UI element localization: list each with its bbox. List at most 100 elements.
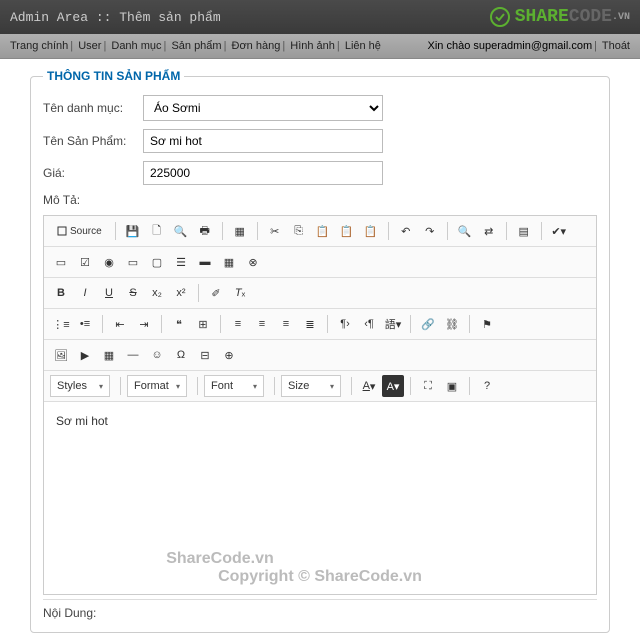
nav-contact[interactable]: Liên hệ — [345, 40, 381, 52]
image-button-icon[interactable]: ▦ — [218, 251, 240, 273]
align-left-icon[interactable]: ≡ — [227, 313, 249, 335]
styles-dropdown[interactable]: Styles▾ — [50, 375, 110, 397]
greeting: Xin chào superadmin@gmail.com — [428, 40, 593, 52]
size-dropdown[interactable]: Size▾ — [281, 375, 341, 397]
page-title: Admin Area :: Thêm sản phẩm — [10, 10, 221, 25]
cut-icon[interactable]: ✂ — [264, 220, 286, 242]
showblocks-icon[interactable]: ▣ — [441, 375, 463, 397]
paste-icon[interactable]: 📋 — [312, 220, 334, 242]
clearformat-icon[interactable]: Tₓ — [229, 282, 251, 304]
subscript-icon[interactable]: x₂ — [146, 282, 168, 304]
find-icon[interactable]: 🔍 — [454, 220, 476, 242]
name-input[interactable] — [143, 129, 383, 153]
nav-user[interactable]: User — [78, 40, 101, 52]
hidden-icon[interactable]: ⊗ — [242, 251, 264, 273]
iframe-icon[interactable]: ⊕ — [218, 344, 240, 366]
logout-link[interactable]: Thoát — [602, 40, 630, 52]
removeformat-icon[interactable]: ✐ — [205, 282, 227, 304]
template-icon[interactable]: ▦ — [229, 220, 251, 242]
rtl-icon[interactable]: ‹¶ — [358, 313, 380, 335]
replace-icon[interactable]: ⇄ — [478, 220, 500, 242]
editor-text: Sơ mi hot — [56, 414, 108, 428]
print-icon[interactable]: 🖶 — [194, 220, 216, 242]
language-icon[interactable]: 語▾ — [382, 313, 404, 335]
source-button[interactable]: Source — [50, 220, 109, 242]
button-icon[interactable]: ▬ — [194, 251, 216, 273]
price-label: Giá: — [43, 166, 143, 180]
name-label: Tên Sản Phẩm: — [43, 134, 143, 148]
ltr-icon[interactable]: ¶› — [334, 313, 356, 335]
desc-label: Mô Tả: — [43, 193, 143, 207]
logo: SHARECODE.VN — [489, 6, 630, 28]
redo-icon[interactable]: ↷ — [419, 220, 441, 242]
indent-icon[interactable]: ⇥ — [133, 313, 155, 335]
pagebreak-icon[interactable]: ⊟ — [194, 344, 216, 366]
selectall-icon[interactable]: ▤ — [513, 220, 535, 242]
align-center-icon[interactable]: ≡ — [251, 313, 273, 335]
table-icon[interactable]: ▦ — [98, 344, 120, 366]
nav-order[interactable]: Đơn hàng — [232, 40, 281, 52]
textcolor-icon[interactable]: A▾ — [358, 375, 380, 397]
save-icon[interactable]: 💾 — [122, 220, 144, 242]
toolbar-row-6: Styles▾ Format▾ Font▾ Size▾ A▾ A▾ ⛶ ▣ ? — [44, 371, 596, 402]
nav-product[interactable]: Sản phẩm — [171, 40, 221, 52]
product-fieldset: THÔNG TIN SẢN PHẨM Tên danh mục: Áo Sơmi… — [30, 69, 610, 633]
toolbar-row-5: 🖼 ▶ ▦ — ☺ Ω ⊟ ⊕ — [44, 340, 596, 371]
nav-category[interactable]: Danh mục — [111, 40, 161, 52]
checkbox-icon[interactable]: ☑ — [74, 251, 96, 273]
textarea-icon[interactable]: ▢ — [146, 251, 168, 273]
font-dropdown[interactable]: Font▾ — [204, 375, 264, 397]
paste-word-icon[interactable]: 📋 — [360, 220, 382, 242]
div-icon[interactable]: ⊞ — [192, 313, 214, 335]
rich-editor: Source 💾 🗋 🔍 🖶 ▦ ✂ ⎘ 📋 📋 📋 ↶ ↷ 🔍 ⇄ — [43, 215, 597, 595]
specialchar-icon[interactable]: Ω — [170, 344, 192, 366]
superscript-icon[interactable]: x² — [170, 282, 192, 304]
anchor-icon[interactable]: ⚑ — [476, 313, 498, 335]
content: THÔNG TIN SẢN PHẨM Tên danh mục: Áo Sơmi… — [0, 59, 640, 643]
price-input[interactable] — [143, 161, 383, 185]
outdent-icon[interactable]: ⇤ — [109, 313, 131, 335]
unlink-icon[interactable]: ⛓ — [441, 313, 463, 335]
copy-icon[interactable]: ⎘ — [288, 220, 310, 242]
italic-icon[interactable]: I — [74, 282, 96, 304]
numbered-list-icon[interactable]: ⋮≡ — [50, 313, 72, 335]
flash-icon[interactable]: ▶ — [74, 344, 96, 366]
underline-icon[interactable]: U — [98, 282, 120, 304]
strike-icon[interactable]: S — [122, 282, 144, 304]
image-icon[interactable]: 🖼 — [50, 344, 72, 366]
navbar: Trang chính| User| Danh mục| Sản phẩm| Đ… — [0, 34, 640, 59]
smiley-icon[interactable]: ☺ — [146, 344, 168, 366]
watermark: ShareCode.vn Copyright © ShareCode.vn — [44, 542, 596, 594]
format-dropdown[interactable]: Format▾ — [127, 375, 187, 397]
nav-right: Xin chào superadmin@gmail.com| Thoát — [428, 40, 631, 52]
logo-icon — [489, 6, 511, 28]
editor-content[interactable]: Sơ mi hot — [44, 402, 596, 542]
preview-icon[interactable]: 🔍 — [170, 220, 192, 242]
bold-icon[interactable]: B — [50, 282, 72, 304]
bullet-list-icon[interactable]: •≡ — [74, 313, 96, 335]
maximize-icon[interactable]: ⛶ — [417, 375, 439, 397]
undo-icon[interactable]: ↶ — [395, 220, 417, 242]
fieldset-legend: THÔNG TIN SẢN PHẨM — [43, 69, 184, 83]
hr-icon[interactable]: — — [122, 344, 144, 366]
category-label: Tên danh mục: — [43, 101, 143, 115]
align-right-icon[interactable]: ≡ — [275, 313, 297, 335]
nav-image[interactable]: Hình ảnh — [290, 40, 335, 52]
form-icon[interactable]: ▭ — [50, 251, 72, 273]
link-icon[interactable]: 🔗 — [417, 313, 439, 335]
toolbar-row-4: ⋮≡ •≡ ⇤ ⇥ ❝ ⊞ ≡ ≡ ≡ ≣ ¶› ‹¶ 語▾ 🔗 ⛓ — [44, 309, 596, 340]
about-icon[interactable]: ? — [476, 375, 498, 397]
spellcheck-icon[interactable]: ✔▾ — [548, 220, 570, 242]
paste-text-icon[interactable]: 📋 — [336, 220, 358, 242]
category-select[interactable]: Áo Sơmi — [143, 95, 383, 121]
content-label: Nội Dung: — [43, 599, 597, 620]
newpage-icon[interactable]: 🗋 — [146, 220, 168, 242]
select-icon[interactable]: ☰ — [170, 251, 192, 273]
toolbar-row-1: Source 💾 🗋 🔍 🖶 ▦ ✂ ⎘ 📋 📋 📋 ↶ ↷ 🔍 ⇄ — [44, 216, 596, 247]
textfield-icon[interactable]: ▭ — [122, 251, 144, 273]
radio-icon[interactable]: ◉ — [98, 251, 120, 273]
blockquote-icon[interactable]: ❝ — [168, 313, 190, 335]
bgcolor-icon[interactable]: A▾ — [382, 375, 404, 397]
nav-home[interactable]: Trang chính — [10, 40, 68, 52]
justify-icon[interactable]: ≣ — [299, 313, 321, 335]
